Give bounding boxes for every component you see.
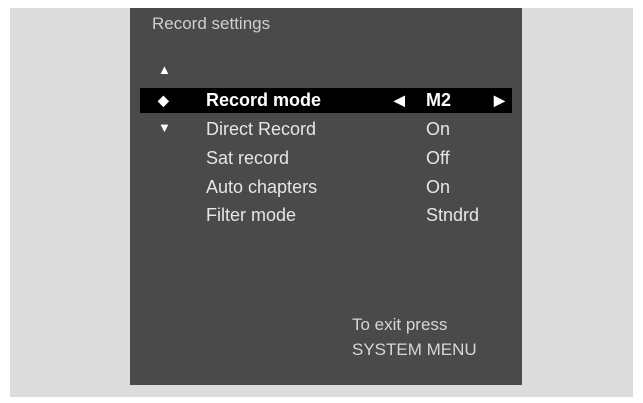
menu-item-label: Direct Record xyxy=(206,119,317,139)
exit-hint-line1: To exit press xyxy=(352,315,448,334)
menu-item-value: On xyxy=(426,177,451,197)
menu-item-label: Auto chapters xyxy=(206,177,318,197)
record-settings-menu: Record settings ▲ ◆ Record mode ◀ M2 ▶ ▼… xyxy=(130,8,522,385)
menu-title: Record settings xyxy=(152,14,271,33)
menu-item-direct-record[interactable]: Direct Record On xyxy=(130,117,522,142)
menu-item-auto-chapters[interactable]: Auto chapters On xyxy=(130,175,522,200)
menu-item-value: Off xyxy=(426,148,450,168)
menu-item-sat-record[interactable]: Sat record Off xyxy=(130,146,522,171)
menu-item-value: Stndrd xyxy=(426,205,480,225)
menu-item-filter-mode[interactable]: Filter mode Stndrd xyxy=(130,203,522,228)
triangle-left-icon[interactable]: ◀ xyxy=(394,88,405,113)
menu-item-value: On xyxy=(426,119,451,139)
exit-hint: To exit press SYSTEM MENU xyxy=(352,312,477,362)
menu-item-value: M2 xyxy=(426,90,452,110)
menu-item-record-mode[interactable]: ◆ Record mode ◀ M2 ▶ xyxy=(140,88,512,113)
triangle-right-icon[interactable]: ▶ xyxy=(494,88,505,113)
diamond-arrows-icon: ◆ xyxy=(158,92,169,108)
menu-item-label: Record mode xyxy=(206,90,322,110)
menu-item-label: Filter mode xyxy=(206,205,297,225)
menu-item-label: Sat record xyxy=(206,148,290,168)
exit-hint-line2: SYSTEM MENU xyxy=(352,340,477,359)
scroll-up-icon: ▲ xyxy=(158,62,171,77)
